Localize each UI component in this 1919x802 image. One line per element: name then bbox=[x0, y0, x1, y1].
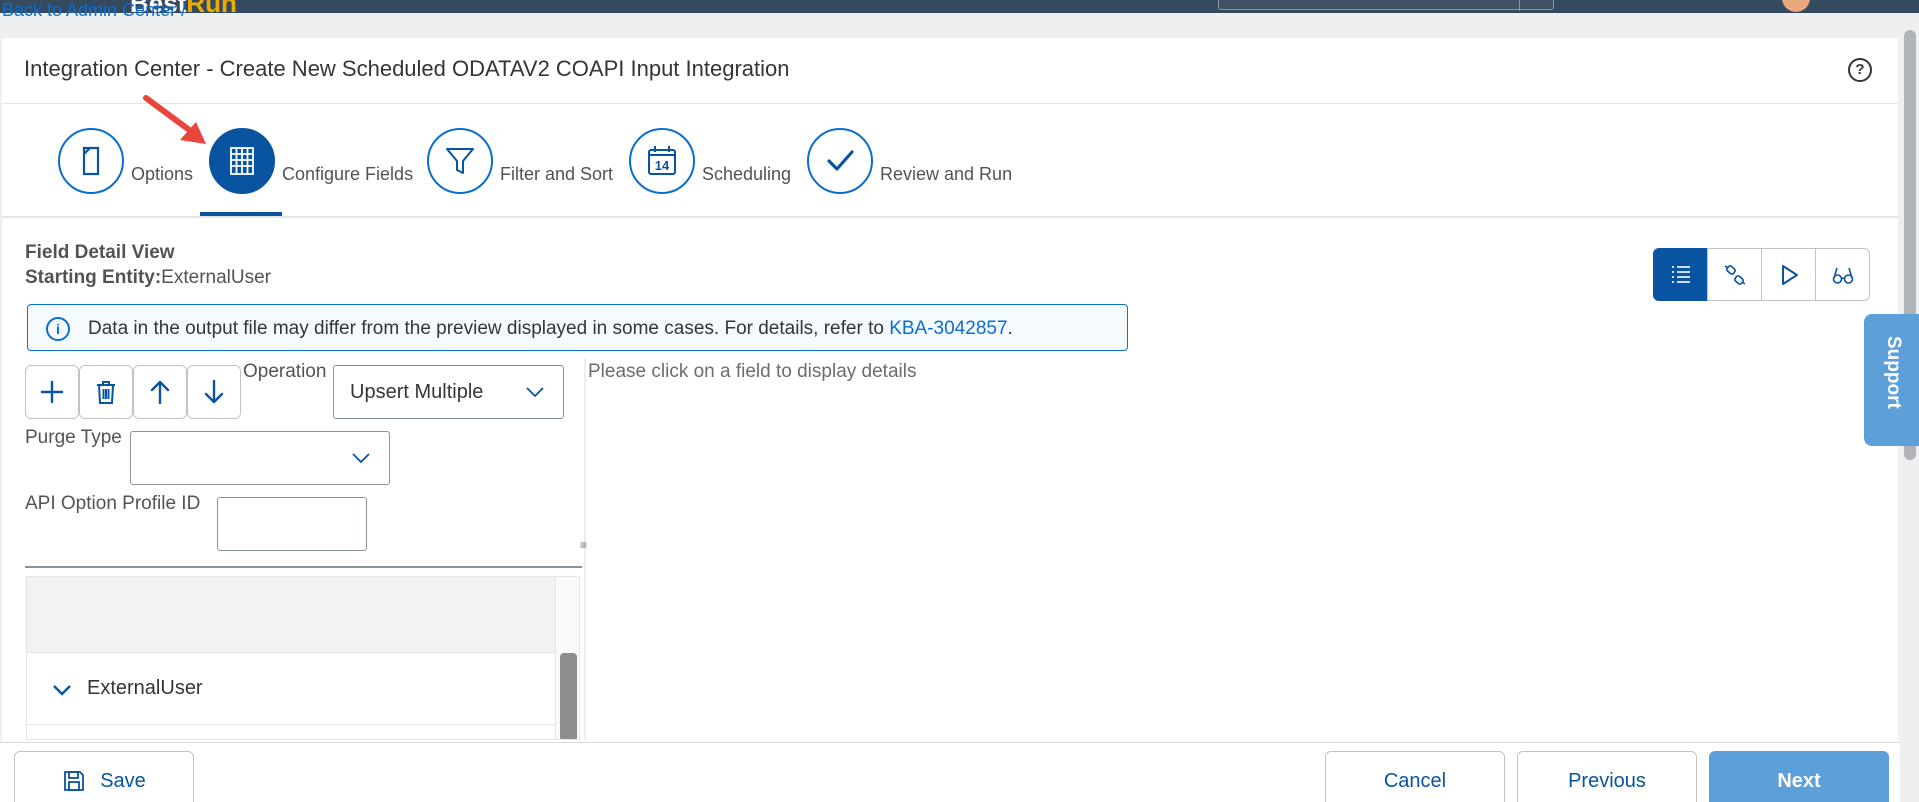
add-field-button[interactable] bbox=[25, 365, 79, 419]
info-message-strip: i Data in the output file may differ fro… bbox=[27, 304, 1128, 351]
info-icon: i bbox=[46, 317, 70, 341]
grid-icon bbox=[209, 128, 275, 194]
global-search-input[interactable] bbox=[1218, 0, 1554, 11]
save-button[interactable]: Save bbox=[14, 751, 194, 802]
footer-bar: Save Cancel Previous Next bbox=[0, 742, 1900, 802]
form-separator bbox=[25, 566, 582, 568]
chevron-down-icon[interactable] bbox=[51, 679, 73, 701]
cancel-label: Cancel bbox=[1383, 769, 1447, 792]
step-options-label: Options bbox=[131, 164, 194, 184]
link-icon bbox=[1724, 264, 1745, 285]
tree-row-label: ExternalUser bbox=[87, 677, 203, 699]
operation-select[interactable]: Upsert Multiple bbox=[333, 365, 564, 419]
save-icon bbox=[64, 771, 85, 791]
api-option-profile-label: API Option Profile ID bbox=[25, 493, 201, 514]
purge-type-label: Purge Type bbox=[25, 427, 122, 448]
support-tab[interactable]: Support bbox=[1864, 314, 1919, 446]
cancel-button[interactable]: Cancel bbox=[1325, 751, 1505, 802]
pane-resize-handle[interactable]: ≡ bbox=[580, 539, 588, 557]
purge-type-select[interactable] bbox=[130, 431, 390, 485]
starting-entity-value: ExternalUser bbox=[161, 267, 271, 288]
api-option-profile-input[interactable] bbox=[217, 497, 367, 551]
support-label: Support bbox=[1883, 336, 1904, 409]
add-icon bbox=[40, 380, 64, 404]
move-up-button[interactable] bbox=[133, 365, 187, 419]
document-icon bbox=[58, 128, 124, 194]
move-down-button[interactable] bbox=[187, 365, 241, 419]
operation-label: Operation bbox=[243, 361, 327, 382]
step-configure-fields-label: Configure Fields bbox=[282, 164, 414, 184]
tree-row[interactable]: ExternalUser bbox=[27, 653, 555, 725]
view-mode-buttons bbox=[1653, 248, 1870, 301]
filter-icon bbox=[427, 128, 493, 194]
field-tree: ExternalUser bbox=[26, 576, 580, 740]
logo-accent-text: Run bbox=[186, 0, 237, 18]
step-review-and-run-label: Review and Run bbox=[880, 164, 1013, 184]
step-filter-and-sort-label: Filter and Sort bbox=[500, 164, 614, 184]
step-scheduling-label: Scheduling bbox=[702, 164, 792, 184]
field-detail-hint: Please click on a field to display detai… bbox=[588, 361, 917, 382]
move-up-icon bbox=[150, 380, 170, 405]
save-label: Save bbox=[100, 769, 146, 792]
chevron-down-icon bbox=[526, 387, 544, 398]
glasses-icon bbox=[1832, 267, 1853, 284]
field-detail-view-title: Field Detail View bbox=[25, 242, 175, 263]
calendar-icon: 14 bbox=[629, 128, 695, 194]
preview-run-button[interactable] bbox=[1761, 248, 1816, 301]
help-icon[interactable]: ? bbox=[1848, 58, 1872, 82]
previous-label: Previous bbox=[1568, 769, 1646, 792]
list-view-button[interactable] bbox=[1653, 248, 1708, 301]
info-message: Data in the output file may differ from … bbox=[88, 318, 1013, 340]
tree-header bbox=[27, 577, 555, 653]
tree-scrollbar-thumb[interactable] bbox=[560, 653, 577, 739]
checkmark-icon bbox=[807, 128, 873, 194]
operation-value: Upsert Multiple bbox=[350, 381, 484, 403]
search-divider bbox=[1519, 0, 1520, 11]
starting-entity-label: Starting Entity: bbox=[25, 267, 162, 288]
wizard-steps: Options Configure Fields Filter and Sort… bbox=[0, 104, 1900, 217]
mapping-view-button[interactable] bbox=[1707, 248, 1762, 301]
info-message-text: Data in the output file may differ from … bbox=[88, 318, 890, 339]
starting-entity: Starting Entity:ExternalUser bbox=[25, 267, 271, 289]
kba-link[interactable]: KBA-3042857 bbox=[889, 318, 1007, 339]
previous-button[interactable]: Previous bbox=[1517, 751, 1697, 802]
red-arrow-annotation bbox=[143, 95, 206, 144]
calendar-day: 14 bbox=[655, 158, 670, 173]
next-button[interactable]: Next bbox=[1709, 751, 1889, 802]
list-icon bbox=[1671, 265, 1690, 283]
move-down-icon bbox=[204, 379, 224, 404]
next-label: Next bbox=[1777, 769, 1821, 792]
delete-icon bbox=[97, 381, 115, 404]
chevron-down-icon bbox=[352, 453, 370, 464]
preview-view-button[interactable] bbox=[1815, 248, 1870, 301]
shell-bar: BestRun bbox=[0, 0, 1919, 18]
delete-field-button[interactable] bbox=[79, 365, 133, 419]
tree-scrollbar[interactable] bbox=[555, 577, 579, 739]
user-avatar[interactable] bbox=[1782, 0, 1810, 12]
info-message-suffix: . bbox=[1007, 318, 1013, 339]
page-title: Integration Center - Create New Schedule… bbox=[24, 56, 790, 81]
back-to-admin-center-link[interactable]: Back to Admin Center / bbox=[2, 3, 186, 17]
wizard-divider bbox=[2, 216, 1898, 218]
play-icon bbox=[1781, 264, 1798, 285]
